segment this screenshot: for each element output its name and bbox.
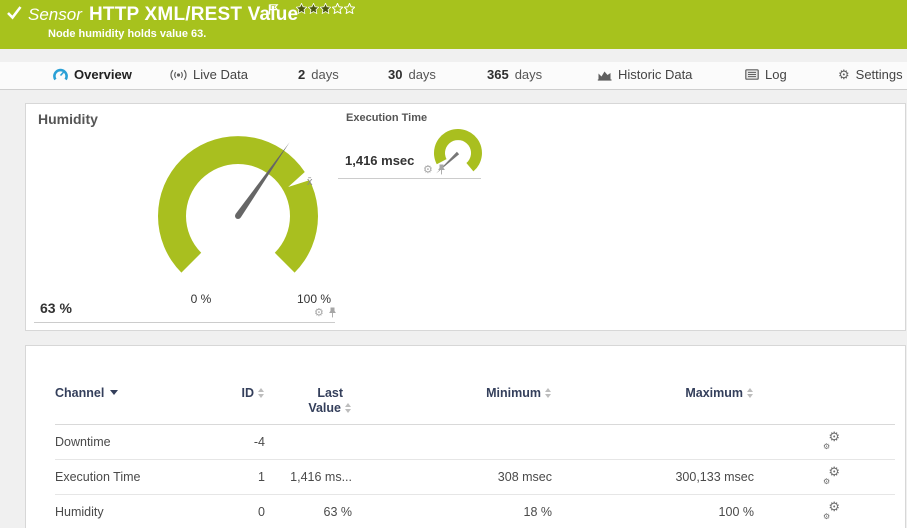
table-row-downtime[interactable]: Downtime -4 ⚙⚙ <box>55 425 895 460</box>
sensor-kind-label: Sensor <box>28 5 82 25</box>
tab-2-days[interactable]: 2 days <box>298 67 339 82</box>
tab-log[interactable]: Log <box>745 67 787 82</box>
table-row-execution-time[interactable]: Execution Time 1 1,416 ms... 308 msec 30… <box>55 460 895 495</box>
tab-settings[interactable]: ⚙ Settings <box>838 67 903 82</box>
humidity-current-value: 63 % <box>40 300 72 316</box>
tab-bar: Overview Live Data 2 days 30 days 365 da… <box>0 62 907 90</box>
execution-time-gauge-title: Execution Time <box>346 112 427 124</box>
channel-maximum: 100 % <box>719 505 754 519</box>
sort-desc-icon <box>110 390 118 395</box>
col-header-last-value[interactable]: LastValue <box>308 382 352 416</box>
tab-live-data[interactable]: Live Data <box>170 67 248 82</box>
execution-time-current-value: 1,416 msec <box>345 153 414 168</box>
channel-last-value: 63 % <box>324 505 353 519</box>
tab-30-days[interactable]: 30 days <box>388 67 436 82</box>
prtg-sensor-page: Sensor HTTP XML/REST Value Node humidity… <box>0 0 907 528</box>
star-empty-icon[interactable] <box>332 3 343 14</box>
channel-last-value: 1,416 ms... <box>290 470 352 484</box>
channel-minimum: 308 msec <box>498 470 552 484</box>
col-header-minimum[interactable]: Minimum <box>486 382 552 400</box>
live-signal-icon <box>170 69 187 81</box>
tab-historic-data[interactable]: Historic Data <box>597 67 692 82</box>
log-list-icon <box>745 69 759 80</box>
gear-icon[interactable]: ⚙ <box>314 308 324 318</box>
table-row-humidity[interactable]: Humidity 0 63 % 18 % 100 % ⚙⚙ <box>55 495 895 528</box>
sort-icon <box>345 403 352 413</box>
star-filled-icon[interactable] <box>308 3 319 14</box>
channel-minimum: 18 % <box>524 505 553 519</box>
channel-settings-icon[interactable]: ⚙⚙ <box>823 433 840 448</box>
sort-icon <box>545 388 552 398</box>
humidity-gauge-title: Humidity <box>38 111 98 127</box>
tab-365-days[interactable]: 365 days <box>487 67 542 82</box>
gear-icon: ⚙ <box>838 68 850 81</box>
humidity-gauge <box>143 121 333 311</box>
sort-icon <box>258 388 265 398</box>
favorite-flag-icon[interactable] <box>267 3 280 21</box>
mean-marker-label: x̄ <box>307 176 313 188</box>
channel-name: Execution Time <box>55 470 205 484</box>
channel-id: 1 <box>258 470 265 484</box>
status-ok-check-icon <box>7 5 22 25</box>
channel-table: Channel ID LastValue Minimum Maximum Dow… <box>55 382 895 528</box>
tab-overview[interactable]: Overview <box>53 67 132 82</box>
pin-icon[interactable] <box>328 307 337 318</box>
sensor-status-message: Node humidity holds value 63. <box>48 28 206 40</box>
sort-icon <box>747 388 754 398</box>
execution-gauge-actions: ⚙ <box>423 164 446 175</box>
divider <box>338 178 481 179</box>
area-chart-icon <box>597 69 612 81</box>
star-filled-icon[interactable] <box>296 3 307 14</box>
star-empty-icon[interactable] <box>344 3 355 14</box>
channel-name: Humidity <box>55 505 205 519</box>
channel-settings-icon[interactable]: ⚙⚙ <box>823 503 840 518</box>
col-header-id[interactable]: ID <box>242 382 266 400</box>
execution-time-gauge <box>423 120 493 190</box>
humidity-scale-min: 0 % <box>181 292 221 306</box>
channel-table-header: Channel ID LastValue Minimum Maximum <box>55 382 895 425</box>
col-header-channel[interactable]: Channel <box>55 382 205 400</box>
channel-id: 0 <box>258 505 265 519</box>
humidity-scale-max: 100 % <box>288 292 340 306</box>
star-filled-icon[interactable] <box>320 3 331 14</box>
sensor-status-banner: Sensor HTTP XML/REST Value Node humidity… <box>0 0 907 49</box>
channel-settings-icon[interactable]: ⚙⚙ <box>823 468 840 483</box>
priority-stars[interactable] <box>296 3 355 14</box>
gauges-panel: Humidity 0 % 100 % x̄ 63 % ⚙ Execution T… <box>25 103 906 331</box>
divider <box>34 322 335 323</box>
channels-panel: Channel ID LastValue Minimum Maximum Dow… <box>25 345 906 528</box>
gear-icon[interactable]: ⚙ <box>423 165 433 175</box>
channel-id: -4 <box>254 435 265 449</box>
gauge-icon <box>53 68 68 81</box>
channel-name: Downtime <box>55 435 205 449</box>
channel-maximum: 300,133 msec <box>675 470 754 484</box>
humidity-gauge-actions: ⚙ <box>314 307 337 318</box>
pin-icon[interactable] <box>437 164 446 175</box>
col-header-maximum[interactable]: Maximum <box>685 382 754 400</box>
